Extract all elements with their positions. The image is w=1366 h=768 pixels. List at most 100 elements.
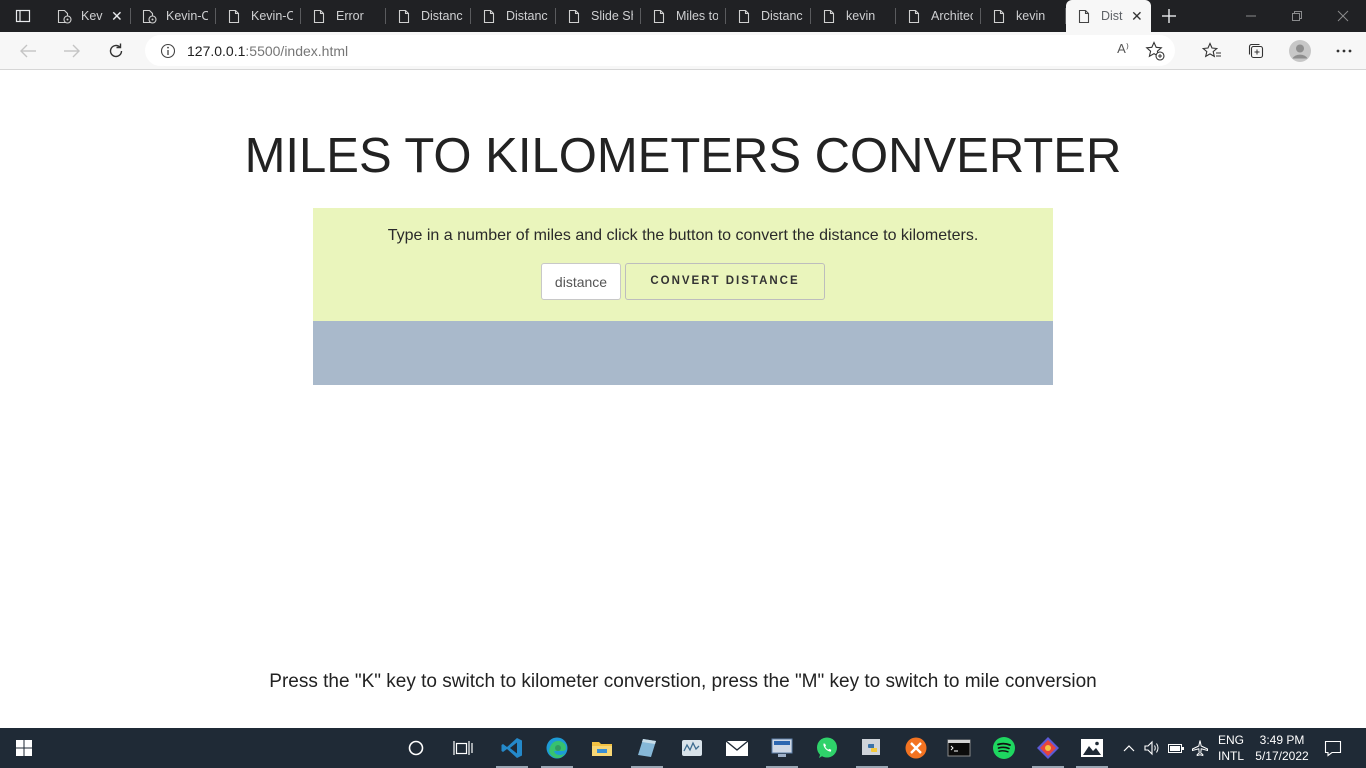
browser-tab[interactable]: Error [301,0,386,32]
add-favorite-button[interactable] [1145,41,1165,66]
tab-label: Slide Sho [591,9,633,23]
tab-label: Error [336,9,364,23]
git-app-taskbar-button[interactable] [1026,728,1070,768]
back-button[interactable] [6,32,50,70]
input-language-button[interactable]: ENG INTL [1214,732,1248,764]
restore-icon [1292,11,1302,21]
tab-active[interactable]: Dist ✕ [1066,0,1151,32]
tab-label: Distance [761,9,803,23]
notifications-button[interactable] [1318,728,1348,768]
tab-favicon [311,8,327,24]
url-text[interactable]: 127.0.0.1:5500/index.html [187,43,348,59]
python-icon [862,739,880,755]
url-path: :5500/index.html [245,42,349,59]
info-icon [160,43,176,58]
windows-taskbar: ENG INTL 3:49 PM 5/17/2022 [0,728,1366,768]
show-hidden-icons-button[interactable] [1118,728,1140,768]
cortana-button[interactable] [394,728,438,768]
close-window-button[interactable] [1320,0,1366,32]
favorites-icon [1202,42,1221,58]
browser-tab[interactable]: Kevin-Ch [131,0,216,32]
photos-icon [1081,739,1103,757]
tab-actions-button[interactable] [0,0,46,32]
language-code: ENG [1217,733,1244,747]
distance-input[interactable] [541,263,621,300]
terminal-taskbar-button[interactable] [937,728,981,768]
refresh-button[interactable] [94,32,138,70]
windows-logo-icon [16,740,32,756]
read-aloud-icon: A⁾ [1117,41,1129,56]
converter-panel: Type in a number of miles and click the … [313,208,1053,321]
browser-tab[interactable]: Miles to [641,0,726,32]
key-switch-hint: Press the "K" key to switch to kilometer… [269,671,1097,692]
cortana-circle-icon [408,740,424,756]
page-icon [908,9,920,23]
spotify-taskbar-button[interactable] [982,728,1026,768]
tab-label: Distance [506,9,548,23]
settings-more-button[interactable] [1322,32,1366,70]
minimize-button[interactable] [1228,0,1274,32]
browser-tab-strip: Kev ✕ Kevin-Ch Kevin-Ch Error Distance Distanc… [0,0,1366,32]
refresh-icon [109,43,123,58]
browser-tab[interactable]: Distance [726,0,811,32]
remote-desktop-taskbar-button[interactable] [760,728,804,768]
tab-extension-icon [142,9,157,24]
chevron-up-icon [1123,745,1135,752]
app-taskbar-button[interactable] [625,728,669,768]
start-button[interactable] [2,728,46,768]
tab-favicon [651,8,667,24]
convert-distance-button[interactable]: CONVERT DISTANCE [625,263,825,300]
tab-actions-icon [15,9,31,23]
browser-tab[interactable]: Architect [896,0,981,32]
browser-tab[interactable]: Slide Sho [556,0,641,32]
browser-tab[interactable]: kevin [811,0,896,32]
volume-button[interactable] [1141,728,1163,768]
url-host: 127.0.0.1 [187,42,246,59]
browser-tab[interactable]: Kev ✕ [46,0,131,32]
photos-taskbar-button[interactable] [1070,728,1114,768]
restore-button[interactable] [1274,0,1320,32]
xampp-taskbar-button[interactable] [894,728,938,768]
mail-taskbar-button[interactable] [715,728,759,768]
clock-button[interactable]: 3:49 PM 5/17/2022 [1252,732,1312,764]
plus-icon [1162,9,1176,23]
tab-label: Kevin-Ch [166,9,208,23]
edge-taskbar-button[interactable] [535,728,579,768]
sound-app-taskbar-button[interactable] [670,728,714,768]
tab-favicon [226,8,242,24]
python-taskbar-button[interactable] [850,728,894,768]
clock-time: 3:49 PM [1259,733,1305,747]
read-aloud-button[interactable]: A⁾ [1117,41,1129,57]
forward-arrow-icon [64,44,80,58]
browser-tab[interactable]: kevin [981,0,1066,32]
notification-center-icon [1324,740,1342,757]
edge-icon [546,737,568,759]
gitkraken-icon [1037,737,1059,759]
tab-favicon [141,8,157,24]
tab-favicon [1076,8,1092,24]
profile-button[interactable] [1278,32,1322,70]
favorites-button[interactable] [1190,32,1234,70]
new-tab-button[interactable] [1151,0,1187,32]
browser-tab[interactable]: Kevin-Ch [216,0,301,32]
browser-tab[interactable]: Distance [471,0,556,32]
vscode-taskbar-button[interactable] [490,728,534,768]
collections-button[interactable] [1234,32,1278,70]
task-view-icon [453,741,473,755]
tab-label: kevin [846,9,876,23]
file-explorer-button[interactable] [580,728,624,768]
task-view-button[interactable] [441,728,485,768]
whatsapp-taskbar-button[interactable] [805,728,849,768]
battery-button[interactable] [1165,728,1187,768]
tab-close-icon[interactable]: ✕ [111,9,123,23]
result-area [313,321,1053,385]
site-info-button[interactable] [149,43,187,59]
web-page: MILES TO KILOMETERS CONVERTER Type in a … [0,70,1366,728]
tab-favicon [56,8,72,24]
address-bar[interactable]: 127.0.0.1:5500/index.html A⁾ [145,35,1175,66]
forward-button[interactable] [50,32,94,70]
browser-tab[interactable]: Distance [386,0,471,32]
tab-close-icon[interactable]: ✕ [1131,9,1143,23]
tab-label: Kev [81,9,103,23]
network-button[interactable] [1189,728,1211,768]
